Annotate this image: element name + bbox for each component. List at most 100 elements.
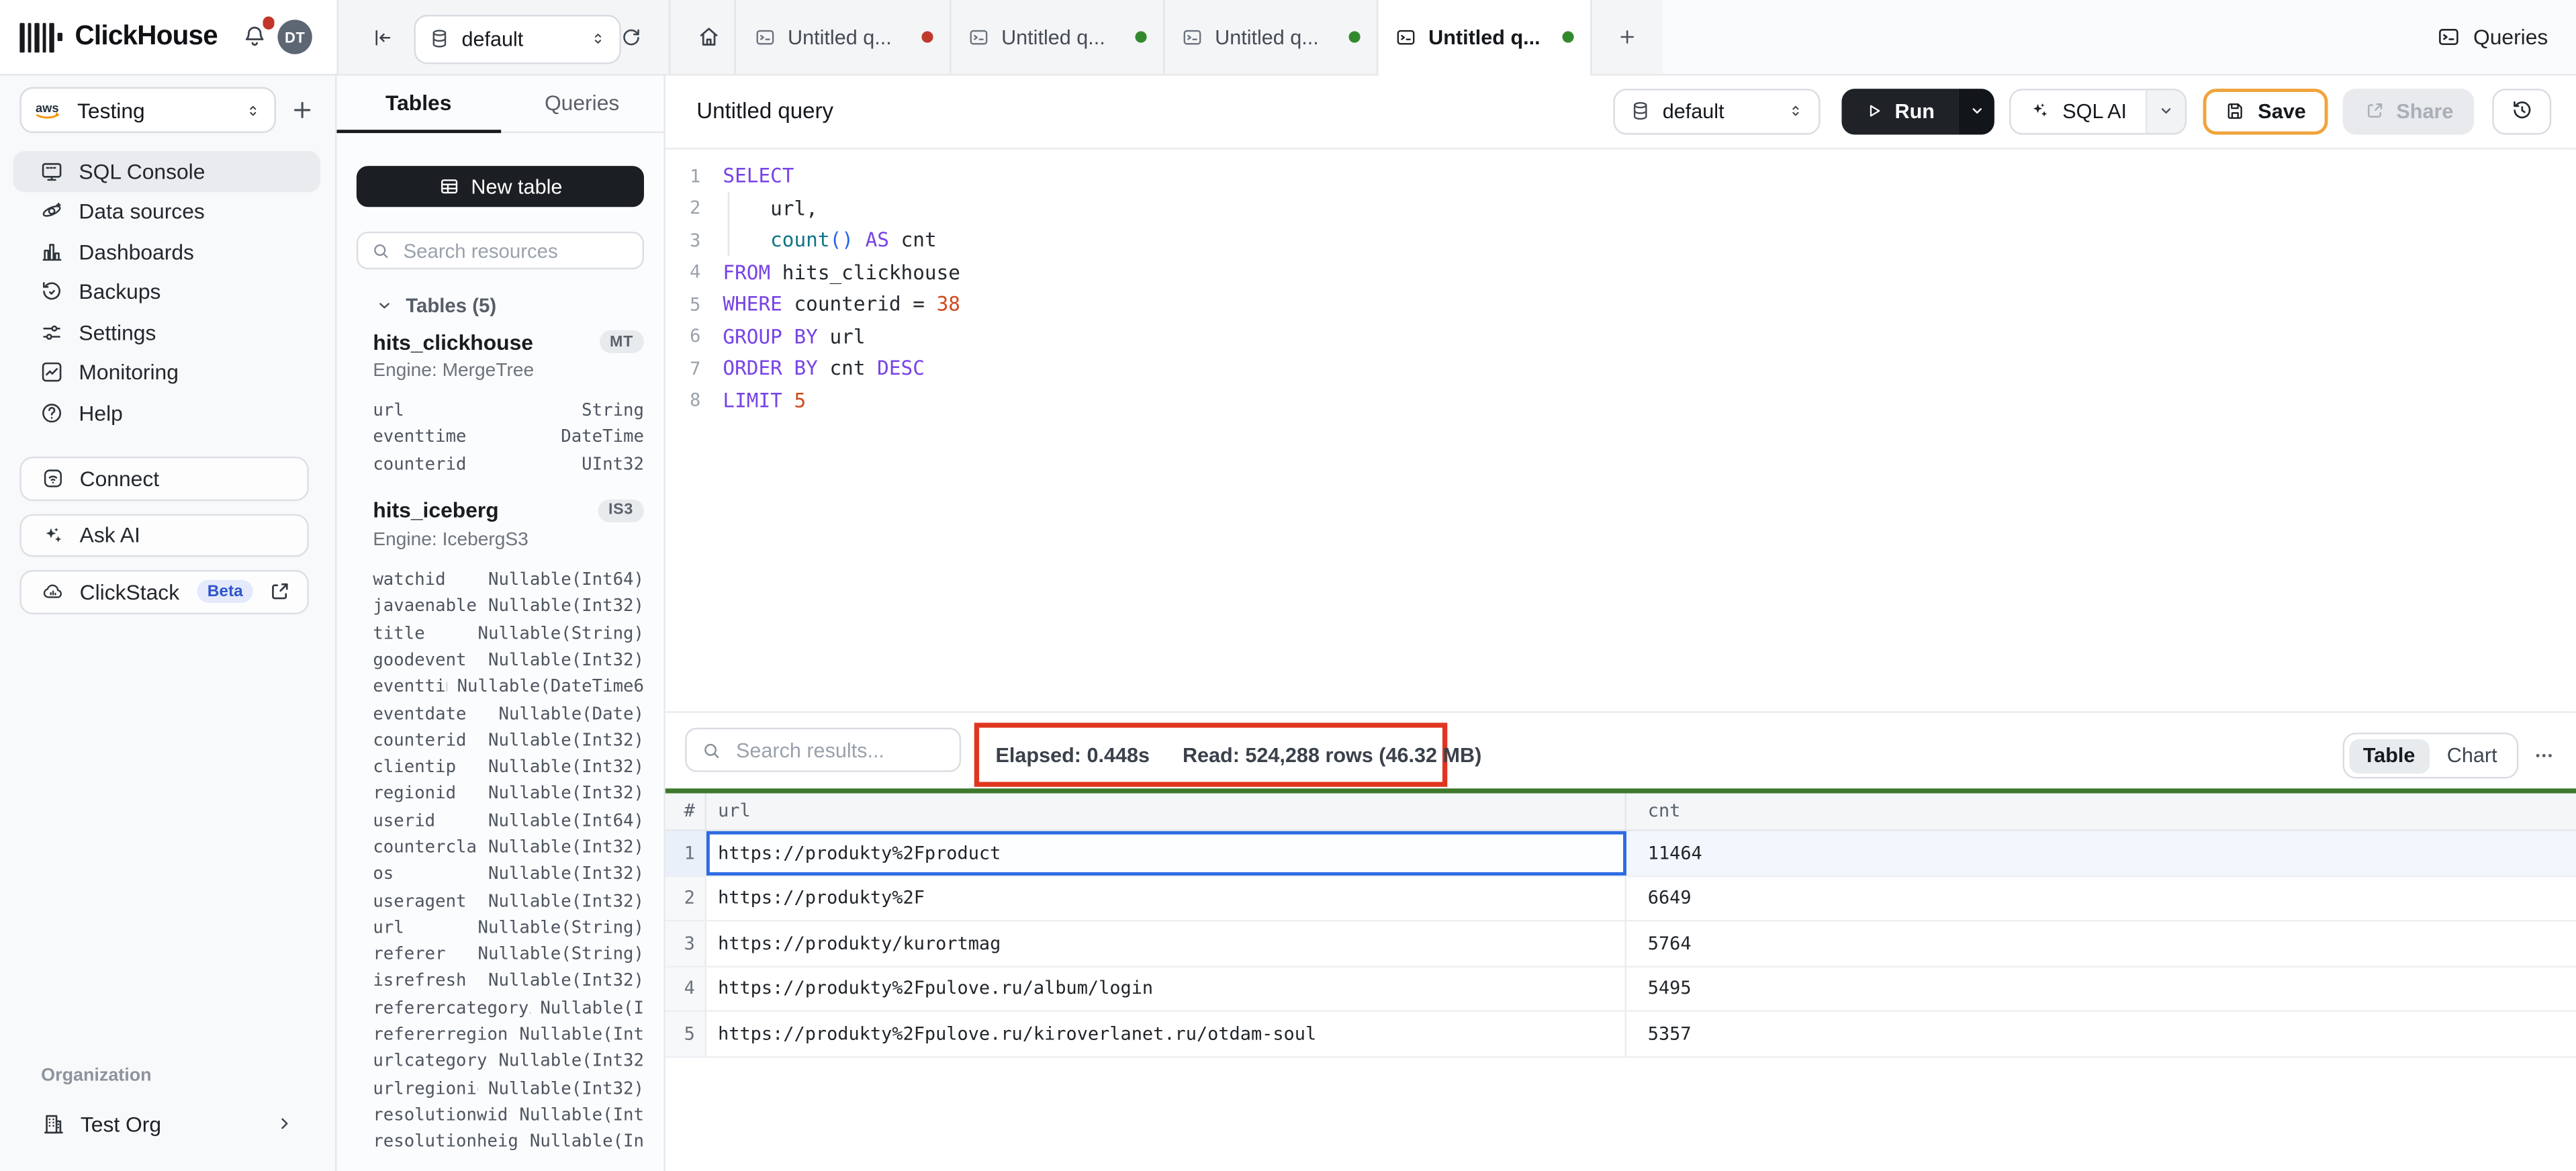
column-type: Nullable(Int32) <box>488 757 644 777</box>
home-button[interactable] <box>685 0 731 74</box>
table-row[interactable]: 3https://produkty/kurortmag5764 <box>665 922 2576 967</box>
column-row: javaenableNullable(Int32) <box>373 594 644 620</box>
column-row: referercategoryidNullable(I <box>373 995 644 1022</box>
sql-editor[interactable]: 1SELECT2 url,3 count() AS cnt4FROM hits_… <box>665 148 2576 711</box>
code-text: count() AS cnt <box>723 228 936 251</box>
sql-ai-options-button[interactable] <box>2146 89 2185 132</box>
query-tab[interactable]: Untitled q... <box>951 0 1164 74</box>
view-table-button[interactable]: Table <box>2348 739 2430 773</box>
sidebar-item-settings[interactable]: Settings <box>13 312 320 353</box>
sidebar-item-sql-console[interactable]: SQL Console <box>13 151 320 191</box>
column-name: resolutionheight <box>373 1132 520 1152</box>
cell-cnt[interactable]: 5495 <box>1626 967 2576 1011</box>
top-bar: ClickHouse DT <box>0 0 2576 76</box>
database-icon <box>429 28 451 50</box>
line-number: 7 <box>665 357 701 379</box>
sidebar-item-monitoring[interactable]: Monitoring <box>13 353 320 393</box>
run-button[interactable]: Run <box>1841 88 1994 134</box>
table-row[interactable]: 1https://produkty%2Fproduct11464 <box>665 831 2576 876</box>
column-name: urlregionid <box>373 1078 478 1098</box>
table-name-row[interactable]: hits_clickhouseMT <box>373 327 644 357</box>
code-text: SELECT <box>723 165 794 187</box>
tab-tables[interactable]: Tables <box>337 74 500 132</box>
column-row: osNullable(Int32) <box>373 861 644 888</box>
sidebar-item-clickstack[interactable]: ClickStack Beta <box>19 570 309 614</box>
database-selector-topbar[interactable]: default <box>414 14 620 63</box>
query-history-button[interactable] <box>2492 88 2551 134</box>
code-line: 7 ORDER BY cnt DESC <box>665 352 2576 384</box>
table-grid-icon <box>438 176 459 197</box>
clickhouse-logo[interactable]: ClickHouse <box>19 0 218 74</box>
column-name: goodevent <box>373 651 478 670</box>
cell-cnt[interactable]: 11464 <box>1626 831 2576 875</box>
sql-ai-main[interactable]: SQL AI <box>2011 89 2146 132</box>
view-chart-button[interactable]: Chart <box>2432 739 2513 773</box>
column-header-cnt[interactable]: cnt <box>1626 793 2576 830</box>
play-icon <box>1866 102 1884 120</box>
column-row: useridNullable(Int64) <box>373 808 644 835</box>
help-icon <box>40 400 64 425</box>
sidebar-item-data-sources[interactable]: Data sources <box>13 191 320 232</box>
sidebar-item-help[interactable]: Help <box>13 393 320 433</box>
new-tab-button[interactable] <box>1602 0 1651 74</box>
share-button[interactable]: Share <box>2343 88 2475 134</box>
table-columns: watchidNullable(Int64)javaenableNullable… <box>373 567 644 1156</box>
clickstack-cloud-icon <box>41 580 64 604</box>
collapse-sidebar-button[interactable] <box>363 0 403 74</box>
search-results-input[interactable] <box>733 737 945 763</box>
refresh-button[interactable] <box>611 0 651 74</box>
add-workspace-button[interactable] <box>289 97 316 123</box>
column-name: resolutionwidth <box>373 1105 509 1125</box>
query-tab[interactable]: Untitled q... <box>737 0 951 74</box>
code-text: ORDER BY cnt DESC <box>723 357 924 379</box>
cell-url[interactable]: https://produkty/kurortmag <box>706 922 1626 966</box>
avatar[interactable]: DT <box>277 19 312 54</box>
workspace-selector[interactable]: aws Testing <box>19 87 276 133</box>
sidebar-item-dashboards[interactable]: Dashboards <box>13 232 320 272</box>
database-selector-editor[interactable]: default <box>1613 88 1820 134</box>
notifications-bell-icon[interactable] <box>242 23 268 49</box>
run-label: Run <box>1895 99 1935 122</box>
organization-switcher[interactable]: Test Org <box>21 1103 314 1145</box>
chevron-updown-icon <box>590 28 606 50</box>
cell-url[interactable]: https://produkty%2Fpulove.ru/album/login <box>706 967 1626 1011</box>
column-row: urlregionidNullable(Int32) <box>373 1075 644 1102</box>
table-row[interactable]: 2https://produkty%2F6649 <box>665 876 2576 921</box>
terminal-icon <box>754 26 776 48</box>
line-number: 1 <box>665 165 701 187</box>
sql-ai-button[interactable]: SQL AI <box>2009 88 2187 134</box>
sidebar-item-backups[interactable]: Backups <box>13 272 320 312</box>
table-name-row[interactable]: hits_icebergIS3 <box>373 496 644 526</box>
queries-button[interactable]: Queries <box>2437 0 2548 74</box>
column-header-index[interactable]: # <box>665 793 706 830</box>
sidebar-item-connect[interactable]: Connect <box>19 457 309 500</box>
query-title[interactable]: Untitled query <box>696 74 833 148</box>
table-row[interactable]: 5https://produkty%2Fpulove.ru/kiroverlan… <box>665 1012 2576 1057</box>
search-resources-input[interactable] <box>400 238 629 264</box>
terminal-icon <box>1395 26 1417 48</box>
save-button[interactable]: Save <box>2203 88 2328 134</box>
column-row: urlcategoryidNullable(Int32 <box>373 1048 644 1075</box>
cell-cnt[interactable]: 5764 <box>1626 922 2576 966</box>
run-options-button[interactable] <box>1958 88 1994 134</box>
table-row[interactable]: 4https://produkty%2Fpulove.ru/album/logi… <box>665 967 2576 1012</box>
new-table-button[interactable]: New table <box>357 166 644 207</box>
query-tab[interactable]: Untitled q... <box>1164 0 1378 74</box>
cell-cnt[interactable]: 5357 <box>1626 1012 2576 1056</box>
cell-url[interactable]: https://produkty%2F <box>706 876 1626 920</box>
tables-group-toggle[interactable]: Tables (5) <box>376 292 496 318</box>
cell-url[interactable]: https://produkty%2Fproduct <box>706 831 1626 875</box>
search-results-field[interactable] <box>685 728 961 772</box>
column-header-url[interactable]: url <box>706 793 1626 830</box>
line-number: 2 <box>665 197 701 219</box>
cell-url[interactable]: https://produkty%2Fpulove.ru/kiroverlane… <box>706 1012 1626 1056</box>
search-resources-field[interactable] <box>357 232 644 269</box>
tab-queries[interactable]: Queries <box>500 74 663 132</box>
run-button-main[interactable]: Run <box>1841 88 1958 134</box>
query-tab[interactable]: Untitled q... <box>1379 0 1592 74</box>
more-options-icon[interactable] <box>2530 746 2558 765</box>
cell-cnt[interactable]: 6649 <box>1626 876 2576 920</box>
sidebar-item-ask-ai[interactable]: Ask AI <box>19 514 309 557</box>
query-tab-label: Untitled q... <box>1428 26 1551 48</box>
notification-dot <box>262 16 274 28</box>
